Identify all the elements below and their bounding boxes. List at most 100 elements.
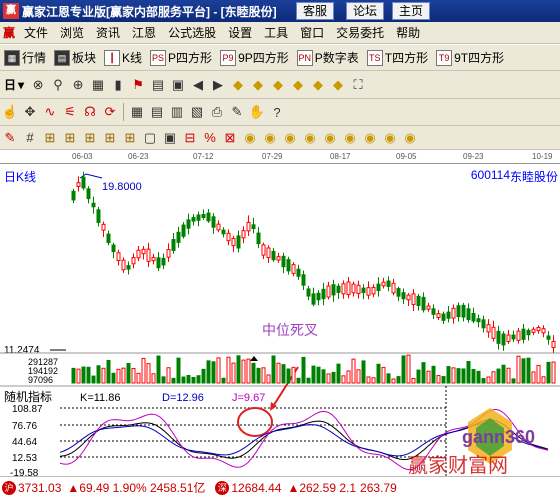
text-icon[interactable]: ✎ xyxy=(227,102,247,122)
customer-service-button[interactable]: 客服 xyxy=(296,2,335,20)
pointer-icon[interactable]: ☝ xyxy=(0,102,20,122)
coin-g-icon[interactable]: ◉ xyxy=(360,128,380,148)
menu-gann[interactable]: 江恩 xyxy=(126,24,162,41)
calendar-icon[interactable]: ▦ xyxy=(127,102,147,122)
menu-formula[interactable]: 公式选股 xyxy=(162,24,222,41)
grid-e-icon[interactable]: ⊞ xyxy=(120,128,140,148)
coin-h-icon[interactable]: ◉ xyxy=(380,128,400,148)
diamond-right-icon[interactable]: ◆ xyxy=(288,75,308,95)
print-icon[interactable]: ⎙ xyxy=(207,102,227,122)
coin-a-icon[interactable]: ◉ xyxy=(240,128,260,148)
logo-text: gann360 xyxy=(462,427,535,447)
diamond-plus-icon[interactable]: ◆ xyxy=(308,75,328,95)
grid-d-icon[interactable]: ⊞ xyxy=(100,128,120,148)
play-left-icon[interactable]: ◀ xyxy=(188,75,208,95)
box-b-icon[interactable]: ▣ xyxy=(160,128,180,148)
chart-panel[interactable]: 06-03 06-23 07-12 07-29 08-17 09-05 09-2… xyxy=(0,150,560,498)
volume-bar xyxy=(211,361,216,384)
menu-tools[interactable]: 工具 xyxy=(258,24,294,41)
homepage-button[interactable]: 主页 xyxy=(392,2,431,20)
grid-view-icon[interactable]: ▦ xyxy=(88,75,108,95)
volume-bar xyxy=(466,361,471,384)
forum-button[interactable]: 论坛 xyxy=(346,2,385,20)
help-icon[interactable]: ? xyxy=(267,102,287,122)
coin-e-icon[interactable]: ◉ xyxy=(320,128,340,148)
diamond-up-icon[interactable]: ◆ xyxy=(228,75,248,95)
window-icon[interactable]: ▣ xyxy=(168,75,188,95)
link-icon[interactable]: ⊗ xyxy=(28,75,48,95)
volume-bar xyxy=(491,371,496,384)
cycle-icon[interactable]: ⟳ xyxy=(100,102,120,122)
flag-icon[interactable]: ⚑ xyxy=(128,75,148,95)
kline-button[interactable]: ┃ K线 xyxy=(100,49,146,66)
volume-bar xyxy=(386,373,391,384)
menu-help[interactable]: 帮助 xyxy=(390,24,426,41)
volume-marker xyxy=(250,356,258,361)
draw-line-icon[interactable]: ∿ xyxy=(40,102,60,122)
menu-file[interactable]: 文件 xyxy=(18,24,54,41)
cross-circle-marker xyxy=(237,407,273,437)
hand-icon[interactable]: ✋ xyxy=(247,102,267,122)
coin-f-icon[interactable]: ◉ xyxy=(340,128,360,148)
p-number-table-button[interactable]: PN P数字表 xyxy=(293,49,363,66)
cross-cursor-icon[interactable]: ✥ xyxy=(20,102,40,122)
indicator-tick: 108.87 xyxy=(12,404,43,415)
period-select[interactable]: 日 ▾ xyxy=(0,76,28,93)
grid-a-icon[interactable]: ⊞ xyxy=(40,128,60,148)
play-right-icon[interactable]: ▶ xyxy=(208,75,228,95)
p-square-button[interactable]: PS P四方形 xyxy=(146,49,216,66)
volume-bar xyxy=(121,367,126,384)
t-square-button[interactable]: TS T四方形 xyxy=(363,49,432,66)
grid-c-icon[interactable]: ⊞ xyxy=(80,128,100,148)
quotes-button[interactable]: ▦ 行情 xyxy=(0,49,50,66)
report-icon[interactable]: ▥ xyxy=(167,102,187,122)
table-icon[interactable]: ▧ xyxy=(187,102,207,122)
volume-bar xyxy=(446,366,451,384)
bars-icon[interactable]: ▮ xyxy=(108,75,128,95)
candle-body xyxy=(476,318,481,323)
t9-icon: T9 xyxy=(436,49,453,66)
grid-b-icon[interactable]: ⊞ xyxy=(60,128,80,148)
candle-body xyxy=(291,264,296,274)
coin-d-icon[interactable]: ◉ xyxy=(300,128,320,148)
candle-body xyxy=(91,202,96,208)
volume-bar xyxy=(366,376,371,384)
menu-browse[interactable]: 浏览 xyxy=(54,24,90,41)
menu-window[interactable]: 窗口 xyxy=(294,24,330,41)
candle-body xyxy=(106,233,111,244)
layout-icon[interactable]: ▤ xyxy=(148,75,168,95)
hash-icon[interactable]: # xyxy=(20,128,40,148)
candle-body xyxy=(361,287,366,294)
9t-square-button[interactable]: T9 9T四方形 xyxy=(432,49,508,66)
ruler-icon[interactable]: ⊟ xyxy=(180,128,200,148)
menu-trade[interactable]: 交易委托 xyxy=(330,24,390,41)
candle-body xyxy=(466,308,471,321)
brush-icon[interactable]: ✎ xyxy=(0,128,20,148)
fib-icon[interactable]: ⊠ xyxy=(220,128,240,148)
percent-icon[interactable]: % xyxy=(200,128,220,148)
volume-bar xyxy=(261,367,266,384)
9p-square-button[interactable]: P9 9P四方形 xyxy=(216,49,293,66)
candle-body xyxy=(141,248,146,255)
diamond-down-icon[interactable]: ◆ xyxy=(248,75,268,95)
menu-settings[interactable]: 设置 xyxy=(222,24,258,41)
watermark-text: 赢家财富网 xyxy=(408,453,508,476)
zoom-icon[interactable]: ⊕ xyxy=(68,75,88,95)
coin-i-icon[interactable]: ◉ xyxy=(400,128,420,148)
candle-body xyxy=(471,312,476,322)
gann-fan-icon[interactable]: ⚟ xyxy=(60,102,80,122)
candle-body xyxy=(296,268,301,277)
calculator-icon[interactable]: ▤ xyxy=(147,102,167,122)
coin-c-icon[interactable]: ◉ xyxy=(280,128,300,148)
coin-b-icon[interactable]: ◉ xyxy=(260,128,280,148)
arc-icon[interactable]: ☊ xyxy=(80,102,100,122)
box-a-icon[interactable]: ▢ xyxy=(140,128,160,148)
diamond-minus-icon[interactable]: ◆ xyxy=(328,75,348,95)
sectors-button[interactable]: ▤ 板块 xyxy=(50,49,100,66)
fullscreen-icon[interactable]: ⛶ xyxy=(348,75,368,95)
search-icon[interactable]: ⚲ xyxy=(48,75,68,95)
volume-bar xyxy=(476,370,481,384)
menu-news[interactable]: 资讯 xyxy=(90,24,126,41)
diamond-left-icon[interactable]: ◆ xyxy=(268,75,288,95)
candle-body xyxy=(161,257,166,266)
